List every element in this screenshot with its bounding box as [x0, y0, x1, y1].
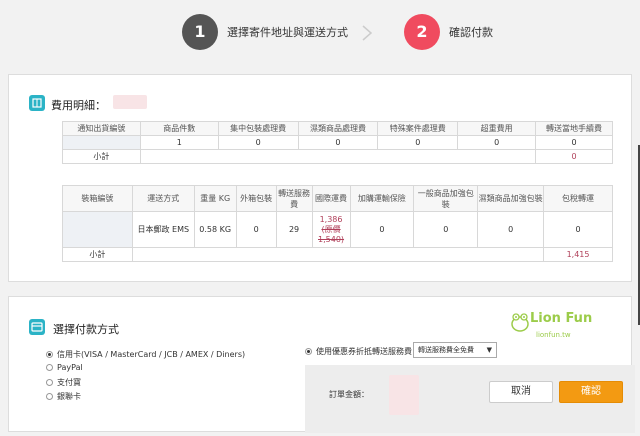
radio-checked-icon[interactable]	[46, 351, 53, 358]
intl-fee: 1,386	[319, 215, 343, 224]
lionfun-logo: Lion Fun lionfun.tw	[508, 309, 600, 349]
col-header: 超重費用	[457, 121, 537, 136]
cell: 0	[543, 211, 613, 248]
col-header: 濕類商品處理費	[297, 121, 379, 136]
col-header: 集中包裝處理費	[217, 121, 299, 136]
cell	[62, 135, 141, 150]
intl-fee-orig: 1,540)	[318, 235, 345, 244]
col-header: 國際運費	[311, 185, 351, 212]
cell: 0	[535, 135, 613, 150]
fee-table-1: 通知出貨編號 商品件數 集中包裝處理費 濕類商品處理費 特殊案件處理費 超重費用…	[62, 121, 613, 164]
subtotal-row: 小計 1,415	[62, 247, 613, 262]
cell: 0	[377, 135, 459, 150]
payment-option-credit-card[interactable]: 信用卡(VISA / MasterCard / JCB / AMEX / Din…	[46, 349, 245, 360]
col-header: 商品件數	[139, 121, 219, 136]
cell: 1	[139, 135, 219, 150]
coupon-option[interactable]: 使用優惠券折抵轉送服務費	[305, 346, 412, 357]
payment-option-paypal[interactable]: PayPal	[46, 363, 83, 372]
step1-circle: 1	[182, 14, 218, 50]
step1-label: 選擇寄件地址與運送方式	[227, 26, 348, 39]
chevron-right-icon	[362, 25, 373, 41]
cell: 0	[457, 135, 537, 150]
cancel-button[interactable]: 取消	[489, 381, 553, 403]
frog-icon	[511, 313, 529, 332]
col-header: 加購運輸保險	[349, 185, 415, 212]
cell: 日本郵政 EMS	[131, 211, 195, 248]
order-total-label: 訂單金額：	[329, 390, 369, 399]
fee-details-panel: 費用明細： 通知出貨編號 商品件數 集中包裝處理費 濕類商品處理費 特殊案件處理…	[8, 74, 632, 282]
col-header: 濕類商品加強包裝	[477, 185, 545, 212]
checkout-steps: 1 選擇寄件地址與運送方式 2 確認付款	[0, 0, 640, 66]
col-header: 運送方式	[131, 185, 195, 212]
cell: 0	[349, 211, 415, 248]
box-id-cell	[62, 211, 133, 248]
table-row: 1 0 0 0 0 0	[62, 135, 613, 150]
subtotal-value: 1,415	[543, 247, 613, 262]
subtotal-label: 小計	[62, 247, 133, 262]
cell: 0	[297, 135, 379, 150]
col-header: 裝箱編號	[62, 185, 133, 212]
cell: 0	[235, 211, 277, 248]
order-summary: 訂單金額： 取消 確認	[305, 365, 635, 433]
intl-fee-cell: 1,386 (原價 1,540)	[311, 211, 351, 248]
payment-option-unionpay[interactable]: 銀聯卡	[46, 391, 81, 402]
cell: 29	[275, 211, 313, 248]
coupon-select[interactable]: 轉送服務費全免費 ▼	[413, 342, 497, 358]
radio-checked-icon[interactable]	[305, 348, 312, 355]
cell: 0	[217, 135, 299, 150]
col-header: 特殊案件處理費	[377, 121, 459, 136]
subtotal-value: 0	[535, 149, 613, 164]
confirm-button[interactable]: 確認	[559, 381, 623, 403]
subtotal-label: 小計	[62, 149, 141, 164]
credit-card-icon	[29, 319, 45, 335]
col-header: 轉送當地手續費	[535, 121, 613, 136]
cell: 0	[477, 211, 545, 248]
subtotal-row: 小計 0	[62, 149, 613, 164]
radio-icon[interactable]	[46, 364, 53, 371]
step2-circle: 2	[404, 14, 440, 50]
col-header: 外箱包裝	[235, 185, 277, 212]
table-row: 日本郵政 EMS 0.58 KG 0 29 1,386 (原價 1,540) 0…	[62, 211, 613, 248]
col-header: 通知出貨編號	[62, 121, 141, 136]
radio-icon[interactable]	[46, 379, 53, 386]
intl-fee-note: (原價	[321, 225, 341, 234]
logo-sub: lionfun.tw	[536, 331, 571, 339]
payment-option-alipay[interactable]: 支付寶	[46, 377, 81, 388]
col-header: 一般商品加強包裝	[413, 185, 479, 212]
cell: 0.58 KG	[193, 211, 237, 248]
col-header: 包稅轉運	[543, 185, 613, 212]
fee-table-2: 裝箱編號 運送方式 重量 KG 外箱包裝 轉送服務費 國際運費 加購運輸保險 一…	[62, 185, 613, 262]
cell: 0	[413, 211, 479, 248]
blurred-id	[113, 95, 147, 109]
col-header: 轉送服務費	[275, 185, 313, 212]
blurred-amount	[389, 375, 419, 415]
fee-title: 費用明細：	[51, 99, 106, 112]
col-header: 重量 KG	[193, 185, 237, 212]
caret-down-icon: ▼	[486, 346, 492, 354]
package-icon	[29, 95, 45, 111]
payment-title: 選擇付款方式	[53, 323, 119, 336]
logo-text: Lion Fun	[530, 311, 593, 326]
radio-icon[interactable]	[46, 393, 53, 400]
step2-label: 確認付款	[449, 26, 493, 39]
payment-panel: 選擇付款方式 信用卡(VISA / MasterCard / JCB / AME…	[8, 296, 635, 433]
